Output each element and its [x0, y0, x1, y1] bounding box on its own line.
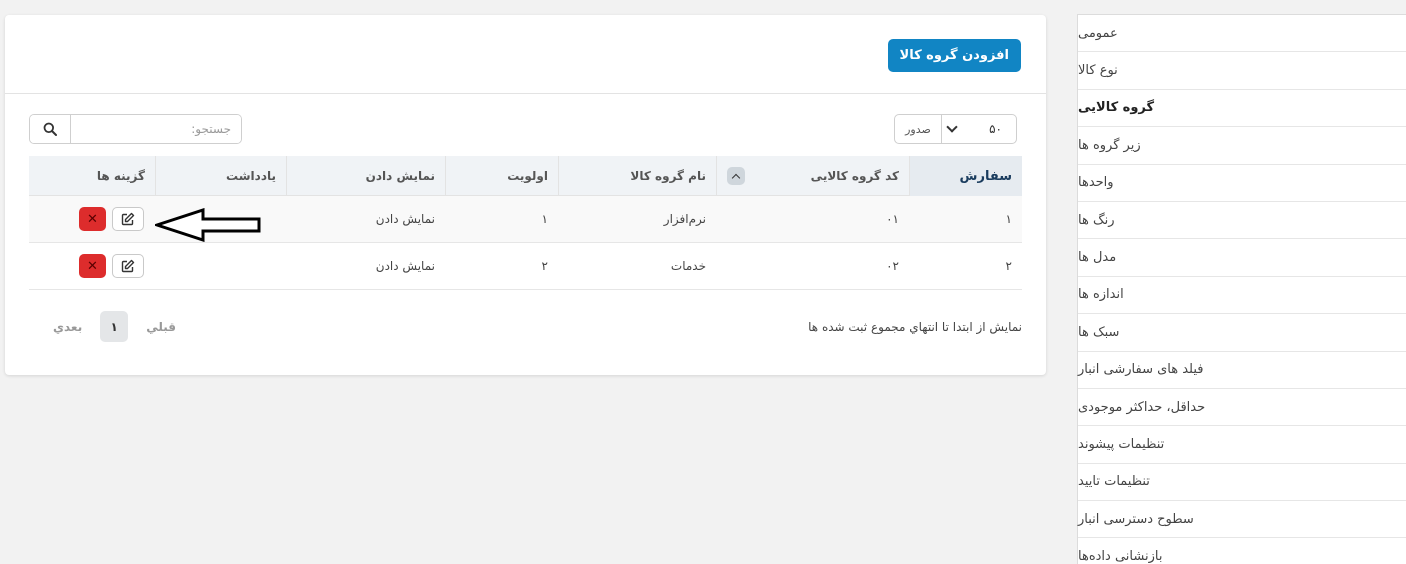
cell-group-code: ۰۲ — [886, 259, 899, 273]
column-header-group-name[interactable]: نام گروه کالا — [558, 156, 716, 196]
column-label: نام گروه کالا — [630, 169, 706, 183]
sidebar-item-colors[interactable]: رنگ ها — [1078, 202, 1406, 240]
card-header: افزودن گروه کالا — [5, 15, 1046, 94]
sidebar-item-units[interactable]: واحدها — [1078, 165, 1406, 202]
table-header: سفارش کد گروه کالایی نام گروه کالا اولوی… — [29, 156, 1022, 196]
column-label: یادداشت — [226, 169, 276, 183]
cell-options: ✕ — [29, 254, 155, 278]
sidebar-item-sizes[interactable]: اندازه ها — [1078, 277, 1406, 315]
sidebar-item-general[interactable]: عمومی — [1078, 15, 1406, 53]
column-header-group-code[interactable]: کد گروه کالایی — [716, 156, 909, 196]
page-size-group: صدور ۵۰ — [894, 114, 1017, 144]
sidebar-item-custom-fields[interactable]: فیلد های سفارشی انبار — [1078, 352, 1406, 389]
cell-display: نمایش دادن — [375, 259, 435, 273]
add-product-group-button[interactable]: افزودن گروه کالا — [887, 39, 1021, 72]
cell-group-name: خدمات — [670, 259, 706, 273]
column-header-options: گزینه ها — [29, 156, 155, 196]
close-icon: ✕ — [87, 211, 98, 227]
product-group-card: افزودن گروه کالا صدور ۵۰ سفارش کد گروه ک… — [5, 15, 1046, 375]
close-icon: ✕ — [87, 258, 98, 274]
search-input[interactable] — [71, 115, 241, 143]
search-box — [29, 114, 242, 144]
sidebar-item-min-max-stock[interactable]: حداقل، حداکثر موجودی — [1078, 389, 1406, 427]
cell-group-name: نرم‌افزار — [663, 212, 706, 226]
next-page-link[interactable]: بعدي — [53, 320, 82, 334]
export-button[interactable]: صدور — [894, 114, 942, 144]
sidebar-item-reset-data[interactable]: بازنشانی داده‌ها — [1078, 538, 1406, 564]
settings-sidebar: عمومی نوع کالا گروه کالایی زیر گروه ها و… — [1077, 14, 1406, 564]
search-icon — [43, 122, 57, 136]
pagination: بعدي ۱ قبلي — [53, 311, 176, 342]
column-label: کد گروه کالایی — [810, 169, 899, 183]
cell-priority: ۱ — [541, 212, 548, 226]
cell-priority: ۲ — [541, 259, 548, 273]
sidebar-item-subgroups[interactable]: زیر گروه ها — [1078, 127, 1406, 165]
column-label: اولویت — [507, 169, 548, 183]
column-header-order[interactable]: سفارش — [909, 156, 1022, 196]
table-info: نمایش از ابتدا تا انتهاي مجموع ثبت شده ه… — [808, 320, 1022, 334]
table-row: ۲ ۰۲ خدمات ۲ نمایش دادن ✕ — [29, 243, 1022, 290]
delete-button[interactable]: ✕ — [79, 254, 106, 278]
edit-button[interactable] — [112, 207, 144, 231]
sidebar-item-models[interactable]: مدل ها — [1078, 239, 1406, 277]
column-label: سفارش — [959, 168, 1012, 184]
annotation-arrow-icon — [155, 208, 261, 242]
cell-group-code: ۰۱ — [886, 212, 899, 226]
sort-toggle-icon[interactable] — [727, 167, 745, 185]
sidebar-item-approval-settings[interactable]: تنظیمات تایید — [1078, 464, 1406, 502]
sidebar-item-access-levels[interactable]: سطوح دسترسی انبار — [1078, 501, 1406, 539]
cell-options: ✕ — [29, 207, 155, 231]
column-label: گزینه ها — [96, 169, 145, 183]
edit-button[interactable] — [112, 254, 144, 278]
previous-page-link[interactable]: قبلي — [146, 320, 176, 334]
delete-button[interactable]: ✕ — [79, 207, 106, 231]
search-button[interactable] — [30, 115, 71, 143]
edit-icon — [121, 212, 135, 226]
cell-order: ۲ — [1005, 259, 1012, 273]
cell-order: ۱ — [1005, 212, 1012, 226]
sidebar-item-product-type[interactable]: نوع کالا — [1078, 52, 1406, 90]
page-size-value: ۵۰ — [989, 122, 1002, 136]
page-number-button[interactable]: ۱ — [100, 311, 129, 342]
column-header-note[interactable]: یادداشت — [155, 156, 286, 196]
chevron-down-icon — [946, 121, 958, 133]
edit-icon — [121, 259, 135, 273]
sidebar-item-product-group[interactable]: گروه کالایی — [1078, 90, 1406, 128]
page-size-select[interactable]: ۵۰ — [942, 114, 1017, 144]
column-header-priority[interactable]: اولویت — [445, 156, 558, 196]
cell-display: نمایش دادن — [375, 212, 435, 226]
sidebar-item-styles[interactable]: سبک ها — [1078, 314, 1406, 352]
column-header-display[interactable]: نمایش دادن — [286, 156, 445, 196]
sidebar-item-prefix-settings[interactable]: تنظیمات پیشوند — [1078, 426, 1406, 464]
row-actions: ✕ — [79, 207, 145, 231]
row-actions: ✕ — [79, 254, 145, 278]
column-label: نمایش دادن — [365, 169, 435, 183]
